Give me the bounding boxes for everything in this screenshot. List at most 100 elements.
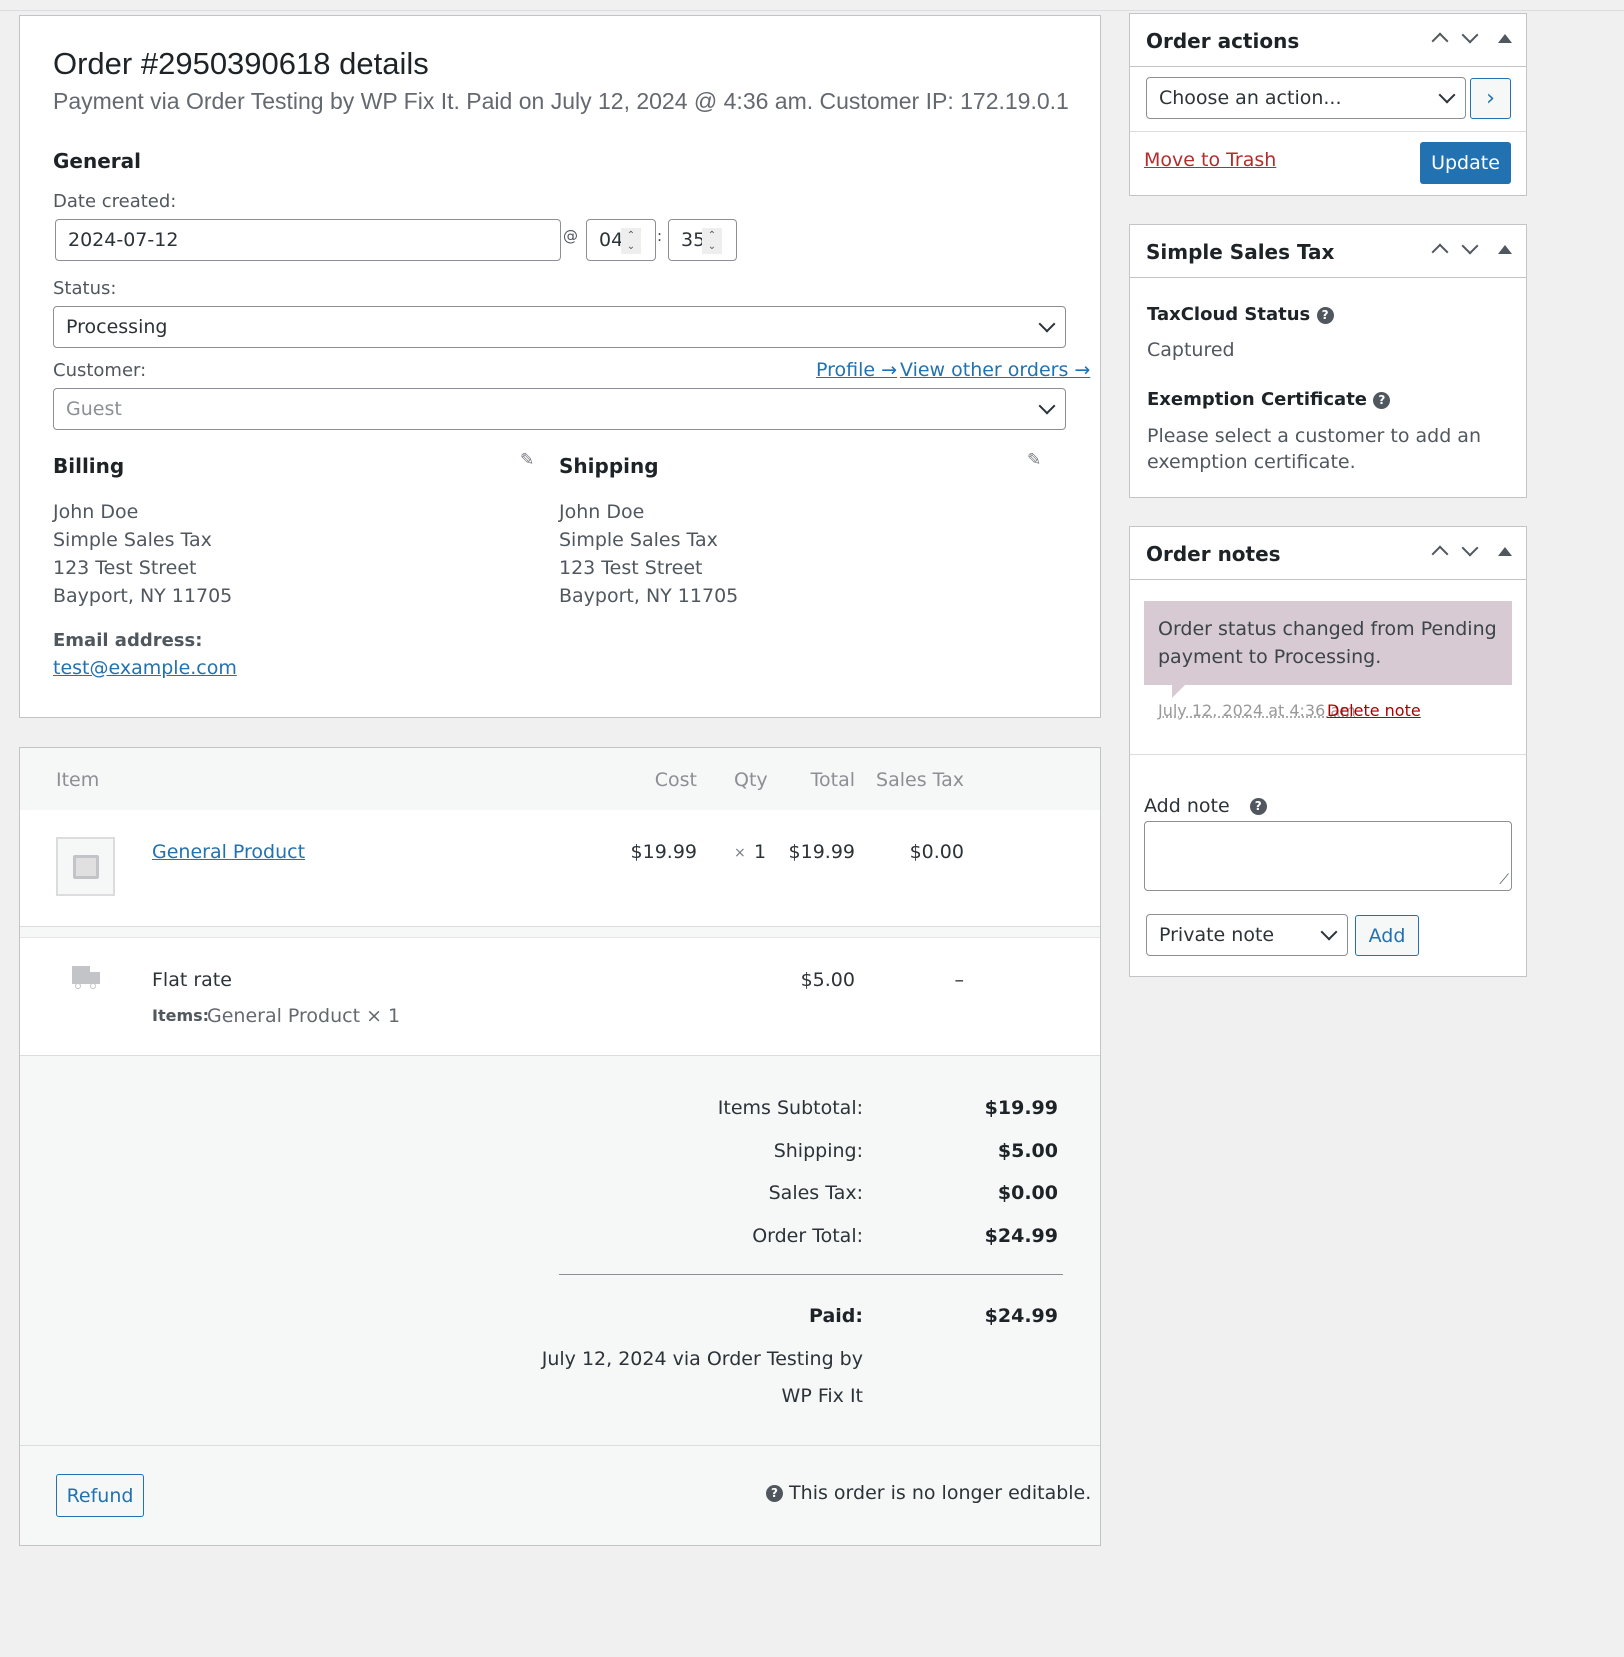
product-tax: $0.00 <box>909 841 964 863</box>
email-link[interactable]: test@example.com <box>53 657 237 679</box>
note-type-select[interactable]: Private note <box>1146 914 1348 956</box>
collapse-toggle-icon[interactable] <box>1498 33 1512 43</box>
move-up-icon[interactable] <box>1431 545 1449 563</box>
note-line: Order status changed from Pending <box>1158 618 1497 640</box>
general-heading: General <box>53 149 141 173</box>
date-input[interactable]: 2024-07-12 <box>55 219 561 261</box>
order-actions-title: Order actions <box>1146 28 1300 53</box>
col-item: Item <box>56 769 100 791</box>
shipping-method-name: Flat rate <box>152 969 232 991</box>
actions-divider <box>1130 131 1526 132</box>
shipping-items-value: General Product × 1 <box>207 1005 401 1027</box>
product-cost: $19.99 <box>630 841 697 863</box>
minute-spinner[interactable]: ⌃ ⌄ <box>702 228 722 254</box>
collapse-toggle-icon[interactable] <box>1498 546 1512 556</box>
add-note-button[interactable]: Add <box>1355 915 1419 956</box>
image-placeholder-icon <box>72 854 99 879</box>
exemption-certificate-label: Exemption Certificate ? <box>1147 389 1391 410</box>
order-actions-header: Order actions <box>1130 15 1526 67</box>
billing-address: John Doe Simple Sales Tax 123 Test Stree… <box>53 498 232 610</box>
move-up-icon[interactable] <box>1431 32 1449 50</box>
tax-label: Sales Tax: <box>768 1182 863 1204</box>
move-down-icon[interactable] <box>1461 26 1479 44</box>
order-action-value: Choose an action... <box>1159 87 1342 109</box>
col-sales-tax: Sales Tax <box>876 769 964 791</box>
col-total: Total <box>810 769 855 791</box>
at-sign: @ <box>563 227 578 245</box>
totals-divider <box>559 1274 1063 1275</box>
truck-icon <box>72 966 100 990</box>
update-button[interactable]: Update <box>1420 142 1511 184</box>
billing-line: Simple Sales Tax <box>53 529 212 551</box>
order-total-label: Order Total: <box>752 1225 863 1247</box>
shipping-line: Simple Sales Tax <box>559 529 718 551</box>
status-select[interactable]: Processing <box>53 306 1066 348</box>
add-note-textarea[interactable]: ⟋ <box>1144 821 1512 891</box>
product-row <box>20 810 1100 926</box>
shipping-total: $5.00 <box>800 969 855 991</box>
product-total: $19.99 <box>788 841 855 863</box>
help-icon[interactable]: ? <box>1249 798 1267 815</box>
paid-note-line2: WP Fix It <box>781 1385 863 1407</box>
move-up-icon[interactable] <box>1431 243 1449 261</box>
refund-button[interactable]: Refund <box>56 1474 144 1517</box>
billing-line: 123 Test Street <box>53 557 197 579</box>
row-divider <box>20 926 1100 927</box>
apply-action-button[interactable]: › <box>1470 78 1511 119</box>
exemption-text: Please select a customer to add an exempt… <box>1147 423 1481 475</box>
shipping-total-value: $5.00 <box>997 1140 1058 1162</box>
email-label: Email address: <box>53 630 203 651</box>
chevron-down-icon <box>1038 397 1056 415</box>
product-link[interactable]: General Product <box>152 841 305 863</box>
simple-sales-tax-header: Simple Sales Tax <box>1130 226 1526 278</box>
move-to-trash-link[interactable]: Move to Trash <box>1144 149 1276 171</box>
subtotal-value: $19.99 <box>984 1097 1058 1119</box>
help-icon[interactable]: ? <box>1373 391 1391 409</box>
collapse-toggle-icon[interactable] <box>1498 244 1512 254</box>
time-colon: : <box>657 227 663 245</box>
shipping-address: John Doe Simple Sales Tax 123 Test Stree… <box>559 498 738 610</box>
move-down-icon[interactable] <box>1461 237 1479 255</box>
not-editable-text: This order is no longer editable. <box>789 1482 1092 1504</box>
exemption-line: Please select a customer to add an <box>1147 425 1481 447</box>
order-total-value: $24.99 <box>984 1225 1058 1247</box>
resize-handle-icon[interactable]: ⟋ <box>1499 872 1509 888</box>
product-thumbnail <box>56 837 115 896</box>
move-down-icon[interactable] <box>1461 539 1479 557</box>
note-line: payment to Processing. <box>1158 646 1382 668</box>
chevron-down-icon <box>1438 86 1456 104</box>
help-icon[interactable]: ? <box>1316 306 1334 324</box>
shipping-row <box>20 937 1100 1056</box>
view-other-orders-link[interactable]: View other orders → <box>900 359 1090 381</box>
customer-label: Customer: <box>53 360 147 381</box>
order-action-select[interactable]: Choose an action... <box>1146 77 1466 119</box>
chevron-right-icon: › <box>1486 86 1495 111</box>
simple-sales-tax-title: Simple Sales Tax <box>1146 239 1335 264</box>
qty-times: × <box>734 845 746 861</box>
paid-label: Paid: <box>809 1305 863 1327</box>
add-note-label: Add note ? <box>1144 795 1267 817</box>
edit-shipping-pencil-icon[interactable]: ✎ <box>1027 450 1041 470</box>
billing-heading: Billing <box>53 454 125 478</box>
date-label: Date created: <box>53 191 177 212</box>
customer-select[interactable]: Guest <box>53 388 1066 430</box>
order-notes-title: Order notes <box>1146 541 1281 566</box>
footer-divider <box>20 1445 1100 1446</box>
shipping-line: Bayport, NY 11705 <box>559 585 739 607</box>
note-tail <box>1172 684 1186 698</box>
edit-billing-pencil-icon[interactable]: ✎ <box>520 450 534 470</box>
note-type-value: Private note <box>1159 924 1275 946</box>
not-editable-notice: ? This order is no longer editable. <box>766 1482 1091 1504</box>
status-value: Processing <box>66 316 168 338</box>
hour-spinner[interactable]: ⌃ ⌄ <box>621 228 641 254</box>
shipping-tax: – <box>954 969 965 991</box>
profile-link[interactable]: Profile → <box>816 359 897 381</box>
taxcloud-status-value: Captured <box>1147 339 1235 361</box>
taxcloud-status-text: TaxCloud Status <box>1147 304 1311 325</box>
chevron-down-icon <box>1320 923 1338 941</box>
minute-input[interactable]: 35 ⌃ ⌄ <box>668 219 737 261</box>
delete-note-link[interactable]: Delete note <box>1327 701 1421 720</box>
billing-line: Bayport, NY 11705 <box>53 585 233 607</box>
hour-input[interactable]: 04 ⌃ ⌄ <box>586 219 656 261</box>
shipping-items-label: Items: <box>152 1006 210 1025</box>
